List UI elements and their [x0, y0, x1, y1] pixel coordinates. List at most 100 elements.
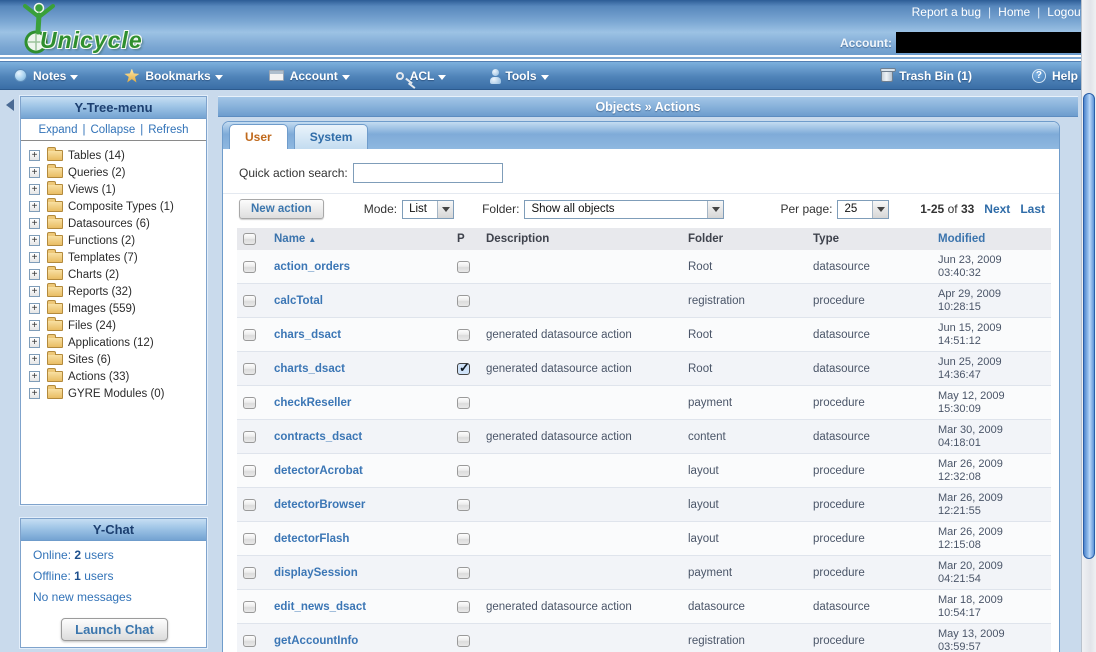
column-header-type[interactable]: Type [807, 228, 932, 250]
quick-action-search-input[interactable] [353, 163, 503, 183]
object-name-link[interactable]: getAccountInfo [274, 635, 358, 647]
row-checkbox[interactable] [243, 499, 256, 511]
expand-plus-icon[interactable] [29, 150, 40, 161]
object-name-link[interactable]: charts_dsact [274, 363, 345, 375]
launch-chat-button[interactable]: Launch Chat [61, 618, 168, 641]
tab-user[interactable]: User [229, 124, 288, 149]
column-header-name[interactable]: Name▲ [268, 228, 451, 250]
scrollbar-thumb[interactable] [1083, 93, 1095, 559]
published-checkbox[interactable] [457, 635, 470, 647]
row-checkbox[interactable] [243, 431, 256, 443]
folder-select[interactable]: Show all objects [524, 200, 724, 219]
help-button[interactable]: Help [1032, 69, 1082, 83]
object-name-link[interactable]: contracts_dsact [274, 431, 362, 443]
object-name-link[interactable]: detectorFlash [274, 533, 349, 545]
published-checkbox[interactable] [457, 431, 470, 443]
expand-plus-icon[interactable] [29, 201, 40, 212]
tree-item-actions-33[interactable]: Actions (33) [29, 368, 202, 385]
expand-plus-icon[interactable] [29, 354, 40, 365]
column-header-folder[interactable]: Folder [682, 228, 807, 250]
expand-plus-icon[interactable] [29, 218, 40, 229]
expand-plus-icon[interactable] [29, 235, 40, 246]
published-checkbox[interactable] [457, 499, 470, 511]
tree-item-images-559[interactable]: Images (559) [29, 300, 202, 317]
tree-control-expand[interactable]: Expand [38, 124, 77, 136]
tree-control-collapse[interactable]: Collapse [90, 124, 135, 136]
expand-plus-icon[interactable] [29, 184, 40, 195]
object-name-link[interactable]: detectorBrowser [274, 499, 365, 511]
row-checkbox[interactable] [243, 295, 256, 307]
object-name-link[interactable]: calcTotal [274, 295, 323, 307]
expand-plus-icon[interactable] [29, 371, 40, 382]
tree-item-functions-2[interactable]: Functions (2) [29, 232, 202, 249]
published-checkbox[interactable] [457, 261, 470, 273]
trash-bin-button[interactable]: Trash Bin (1) [881, 69, 976, 83]
new-action-button[interactable]: New action [239, 199, 324, 219]
published-checkbox[interactable] [457, 329, 470, 341]
object-name-link[interactable]: chars_dsact [274, 329, 341, 341]
tree-item-tables-14[interactable]: Tables (14) [29, 147, 202, 164]
sidebar-collapse-icon[interactable] [6, 99, 14, 111]
column-header-description[interactable]: Description [480, 228, 682, 250]
select-all-checkbox[interactable] [243, 233, 256, 245]
row-checkbox[interactable] [243, 635, 256, 647]
tree-item-queries-2[interactable]: Queries (2) [29, 164, 202, 181]
tree-item-sites-6[interactable]: Sites (6) [29, 351, 202, 368]
row-checkbox[interactable] [243, 601, 256, 613]
tree-item-gyre-modules-0[interactable]: GYRE Modules (0) [29, 385, 202, 402]
expand-plus-icon[interactable] [29, 167, 40, 178]
top-link-logout[interactable]: Logout [1047, 5, 1084, 19]
object-name-link[interactable]: displaySession [274, 567, 358, 579]
tree-item-applications-12[interactable]: Applications (12) [29, 334, 202, 351]
column-header-p[interactable]: P [451, 228, 480, 250]
expand-plus-icon[interactable] [29, 303, 40, 314]
tree-item-composite-types-1[interactable]: Composite Types (1) [29, 198, 202, 215]
published-checkbox[interactable] [457, 567, 470, 579]
top-link-home[interactable]: Home [998, 5, 1030, 19]
mode-select[interactable]: List [402, 200, 454, 219]
tree-item-views-1[interactable]: Views (1) [29, 181, 202, 198]
tree-item-files-24[interactable]: Files (24) [29, 317, 202, 334]
expand-plus-icon[interactable] [29, 388, 40, 399]
published-checkbox[interactable] [457, 363, 470, 375]
expand-plus-icon[interactable] [29, 286, 40, 297]
expand-plus-icon[interactable] [29, 252, 40, 263]
expand-plus-icon[interactable] [29, 337, 40, 348]
row-checkbox[interactable] [243, 397, 256, 409]
object-name-link[interactable]: detectorAcrobat [274, 465, 363, 477]
pagination-last-link[interactable]: Last [1020, 202, 1045, 216]
toolbar-menu-acl[interactable]: ACL [396, 69, 447, 83]
toolbar-menu-account[interactable]: Account [269, 69, 350, 83]
published-checkbox[interactable] [457, 533, 470, 545]
toolbar-menu-tools[interactable]: Tools [492, 69, 548, 83]
object-name-link[interactable]: edit_news_dsact [274, 601, 366, 613]
pagination-next-link[interactable]: Next [984, 202, 1010, 216]
toolbar-menu-notes[interactable]: Notes [14, 69, 78, 83]
row-checkbox[interactable] [243, 329, 256, 341]
published-checkbox[interactable] [457, 601, 470, 613]
tab-system[interactable]: System [294, 124, 369, 149]
tree-item-charts-2[interactable]: Charts (2) [29, 266, 202, 283]
tree-item-templates-7[interactable]: Templates (7) [29, 249, 202, 266]
tree-item-datasources-6[interactable]: Datasources (6) [29, 215, 202, 232]
row-checkbox[interactable] [243, 567, 256, 579]
row-checkbox[interactable] [243, 533, 256, 545]
published-checkbox[interactable] [457, 295, 470, 307]
published-checkbox[interactable] [457, 397, 470, 409]
expand-plus-icon[interactable] [29, 269, 40, 280]
object-name-link[interactable]: checkReseller [274, 397, 351, 409]
top-link-report-a-bug[interactable]: Report a bug [912, 5, 981, 19]
row-checkbox[interactable] [243, 363, 256, 375]
expand-plus-icon[interactable] [29, 320, 40, 331]
vertical-scrollbar[interactable] [1081, 0, 1096, 652]
table-row: edit_news_dsactgenerated datasource acti… [237, 590, 1051, 624]
row-checkbox[interactable] [243, 261, 256, 273]
row-checkbox[interactable] [243, 465, 256, 477]
tree-item-reports-32[interactable]: Reports (32) [29, 283, 202, 300]
toolbar-menu-bookmarks[interactable]: Bookmarks [124, 69, 222, 83]
per-page-select[interactable]: 25 [837, 200, 889, 219]
tree-control-refresh[interactable]: Refresh [148, 124, 188, 136]
object-name-link[interactable]: action_orders [274, 261, 350, 273]
column-header-modified[interactable]: Modified [932, 228, 1051, 250]
published-checkbox[interactable] [457, 465, 470, 477]
